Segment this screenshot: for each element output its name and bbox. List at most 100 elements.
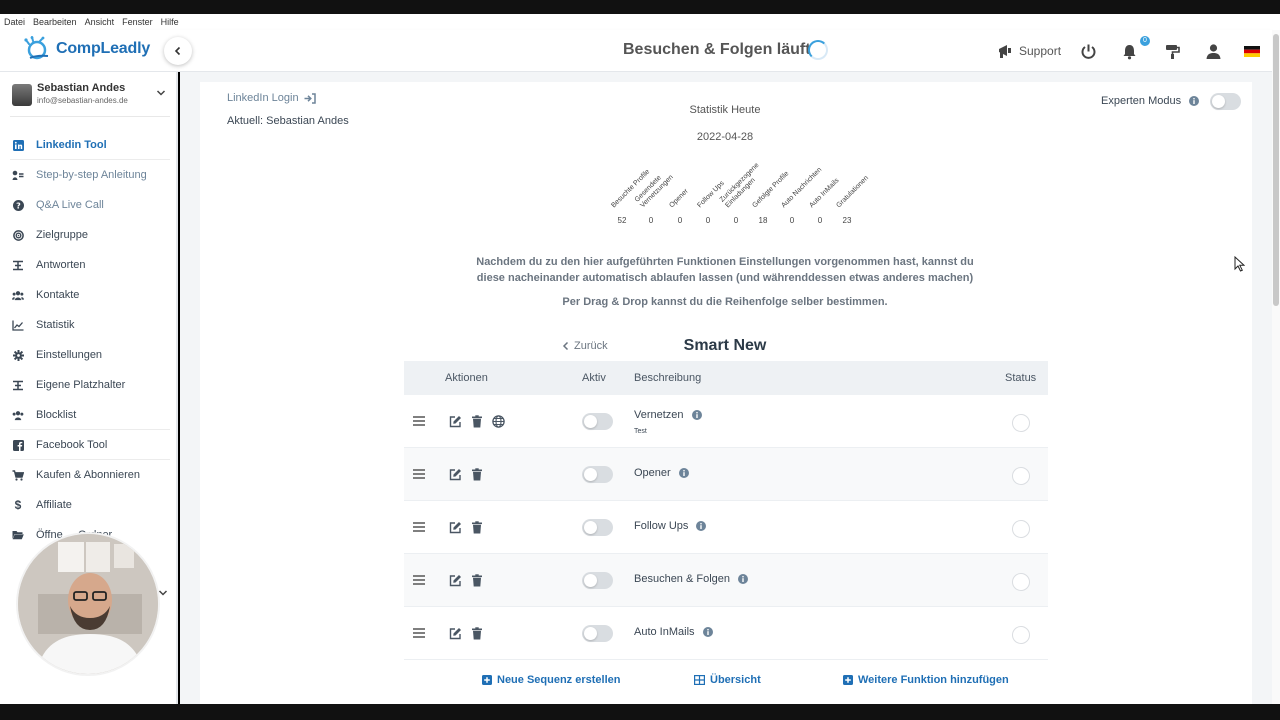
- info-icon[interactable]: [1189, 96, 1200, 106]
- webcam-overlay: [16, 532, 160, 676]
- trash-icon[interactable]: [471, 415, 483, 428]
- scrollbar-thumb[interactable]: [1273, 34, 1279, 306]
- stat-value: 0: [648, 216, 654, 225]
- menu-ansicht[interactable]: Ansicht: [85, 17, 115, 27]
- info-icon[interactable]: [702, 627, 713, 637]
- overview-button[interactable]: Übersicht: [694, 674, 761, 686]
- target-icon: [12, 229, 24, 241]
- app-menubar: Datei Bearbeiten Ansicht Fenster Hilfe: [0, 14, 1280, 30]
- active-toggle[interactable]: [582, 466, 613, 483]
- function-name: Auto InMails: [634, 626, 713, 638]
- edit-icon[interactable]: [449, 627, 462, 640]
- sidebar-item-label: Affiliate: [36, 499, 72, 511]
- table-row: Besuchen & Folgen: [404, 554, 1048, 607]
- status-indicator: [1012, 520, 1030, 538]
- support-button[interactable]: Support: [997, 30, 1061, 72]
- sidebar-item-linkedin-tool[interactable]: Linkedin Tool: [0, 130, 176, 160]
- trash-icon[interactable]: [471, 627, 483, 640]
- stat-followed-profiles: Gefolgte Profile 18: [749, 150, 790, 230]
- language-flag-de-icon[interactable]: [1244, 30, 1260, 72]
- sidebar-item-kaufen-abonnieren[interactable]: Kaufen & Abonnieren: [0, 460, 176, 490]
- trash-icon[interactable]: [471, 574, 483, 587]
- trash-icon[interactable]: [471, 468, 483, 481]
- stat-value: 23: [842, 216, 852, 225]
- row-actions: [449, 574, 492, 587]
- sidebar-item-eigene-platzhalter[interactable]: Eigene Platzhalter: [0, 370, 176, 400]
- edit-icon[interactable]: [449, 521, 462, 534]
- active-toggle[interactable]: [582, 572, 613, 589]
- trash-icon[interactable]: [471, 521, 483, 534]
- row-actions: [449, 521, 492, 534]
- drag-handle-icon[interactable]: [413, 522, 425, 532]
- sidebar-item-antworten[interactable]: Antworten: [0, 250, 176, 280]
- drag-handle-icon[interactable]: [413, 628, 425, 638]
- table-row: Vernetzen Test: [404, 395, 1048, 448]
- table-row: Auto InMails: [404, 607, 1048, 660]
- linkedin-login-label: LinkedIn Login: [227, 92, 299, 104]
- function-label: Follow Ups: [634, 520, 689, 532]
- profile-button[interactable]: [1205, 30, 1222, 72]
- sidebar-item-affiliate[interactable]: $ Affiliate: [0, 490, 176, 520]
- function-label: Opener: [634, 467, 671, 479]
- sidebar-item-label: Q&A Live Call: [36, 199, 104, 211]
- add-function-button[interactable]: Weitere Funktion hinzufügen: [843, 674, 1009, 686]
- edit-icon[interactable]: [449, 574, 462, 587]
- sidebar-nav: Linkedin Tool Step-by-step Anleitung ? Q…: [0, 130, 176, 550]
- overview-label: Übersicht: [710, 674, 761, 686]
- chevron-left-icon: [562, 341, 569, 351]
- gear-icon: [12, 349, 24, 361]
- facebook-icon: [12, 439, 24, 451]
- chart-icon: [12, 319, 24, 331]
- drag-handle-icon[interactable]: [413, 575, 425, 585]
- status-indicator: [1012, 573, 1030, 591]
- sidebar-item-label: Kaufen & Abonnieren: [36, 469, 140, 481]
- login-arrow-icon: [304, 92, 316, 104]
- drag-handle-icon[interactable]: [413, 416, 425, 426]
- sidebar-item-blocklist[interactable]: Blocklist: [0, 400, 176, 430]
- menu-fenster[interactable]: Fenster: [122, 17, 153, 27]
- notifications-button[interactable]: [1121, 30, 1138, 72]
- steps-icon: [12, 169, 24, 181]
- user-profile-switcher[interactable]: Sebastian Andes info@sebastian-andes.de: [12, 82, 172, 106]
- new-sequence-button[interactable]: Neue Sequenz erstellen: [482, 674, 621, 686]
- logout-button[interactable]: [1080, 30, 1097, 72]
- info-icon[interactable]: [738, 574, 749, 584]
- column-active: Aktiv: [582, 372, 606, 384]
- sidebar-item-label: Einstellungen: [36, 349, 103, 361]
- menu-bearbeiten[interactable]: Bearbeiten: [33, 17, 77, 27]
- collapse-sidebar-button[interactable]: [164, 37, 192, 65]
- sidebar-item-qa-live-call[interactable]: ? Q&A Live Call: [0, 190, 176, 220]
- sidebar-item-label: Linkedin Tool: [36, 139, 107, 151]
- status-indicator: [1012, 467, 1030, 485]
- sidebar-item-einstellungen[interactable]: Einstellungen: [0, 340, 176, 370]
- active-toggle[interactable]: [582, 519, 613, 536]
- column-description: Beschreibung: [634, 372, 702, 384]
- stat-value: 0: [677, 216, 683, 225]
- stat-value: 0: [789, 216, 795, 225]
- menu-hilfe[interactable]: Hilfe: [161, 17, 179, 27]
- active-toggle[interactable]: [582, 625, 613, 642]
- sidebar-item-facebook-tool[interactable]: Facebook Tool: [0, 430, 176, 460]
- drag-handle-icon[interactable]: [413, 469, 425, 479]
- app-header: CompLeadly Besuchen & Folgen läuft Suppo…: [0, 30, 1272, 72]
- expert-mode-toggle[interactable]: [1210, 93, 1241, 110]
- edit-icon[interactable]: [449, 468, 462, 481]
- menu-datei[interactable]: Datei: [4, 17, 25, 27]
- globe-icon[interactable]: [492, 415, 505, 428]
- sidebar-item-step-by-step[interactable]: Step-by-step Anleitung: [0, 160, 176, 190]
- linkedin-login-link[interactable]: LinkedIn Login: [227, 92, 316, 104]
- info-icon[interactable]: [678, 468, 689, 478]
- sidebar-item-statistik[interactable]: Statistik: [0, 310, 176, 340]
- brand-logo[interactable]: CompLeadly: [24, 36, 150, 62]
- active-toggle[interactable]: [582, 413, 613, 430]
- drag-drop-hint: Per Drag & Drop kannst du die Reihenfolg…: [562, 296, 888, 308]
- info-icon[interactable]: [691, 410, 702, 420]
- row-actions: [449, 468, 492, 481]
- sidebar-item-kontakte[interactable]: Kontakte: [0, 280, 176, 310]
- avatar: [12, 84, 32, 106]
- edit-icon[interactable]: [449, 415, 462, 428]
- sidebar-item-zielgruppe[interactable]: Zielgruppe: [0, 220, 176, 250]
- status-indicator: [1012, 626, 1030, 644]
- info-icon[interactable]: [696, 521, 707, 531]
- theme-button[interactable]: [1164, 30, 1181, 72]
